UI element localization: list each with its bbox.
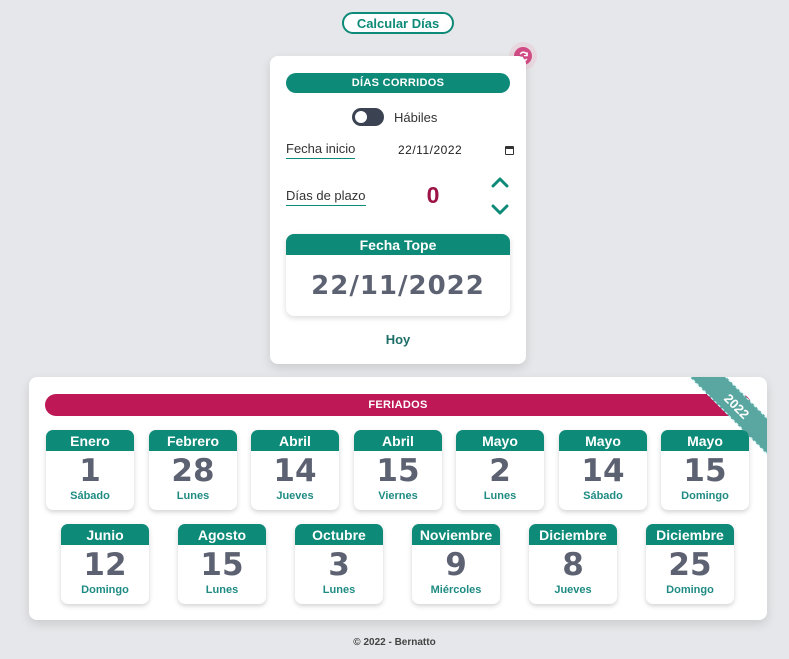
dias-plazo-value: 0 [426, 182, 440, 208]
holiday-month: Noviembre [412, 524, 500, 545]
holiday-day: 15 [376, 453, 420, 489]
chevron-up-icon[interactable] [490, 174, 510, 190]
holiday-weekday: Domingo [666, 584, 714, 596]
holiday-month: Abril [251, 430, 339, 451]
holiday-day: 14 [581, 453, 625, 489]
holiday-day: 12 [83, 547, 127, 583]
holiday-day: 15 [683, 453, 727, 489]
holiday-month: Junio [61, 524, 149, 545]
holiday-weekday: Lunes [176, 490, 210, 502]
holiday-month: Mayo [559, 430, 647, 451]
holiday-day: 15 [200, 547, 244, 583]
holiday-card: Mayo 14 Sábado [559, 430, 647, 510]
holiday-card: Abril 14 Jueves [251, 430, 339, 510]
holiday-card: Noviembre 9 Miércoles [412, 524, 500, 604]
holiday-day: 2 [489, 453, 511, 489]
calcular-dias-button[interactable]: Calcular Días [342, 12, 454, 34]
holiday-weekday: Viernes [378, 490, 418, 502]
holiday-month: Agosto [178, 524, 266, 545]
calculator-title: DÍAS CORRIDOS [286, 73, 510, 93]
holiday-day: 8 [562, 547, 584, 583]
holiday-card: Febrero 28 Lunes [149, 430, 237, 510]
holiday-card: Enero 1 Sábado [46, 430, 134, 510]
holiday-day: 28 [171, 453, 215, 489]
footer-copyright: © 2022 - Bernatto [353, 637, 436, 648]
feriados-panel: FERIADOS 2022 Enero 1 Sábado Febrero 28 … [29, 377, 767, 620]
holiday-month: Octubre [295, 524, 383, 545]
calculator-card: DÍAS CORRIDOS Hábiles Fecha inicio 22/11… [270, 56, 526, 364]
holiday-weekday: Lunes [322, 584, 356, 596]
fecha-inicio-input[interactable]: 22/11/2022 [398, 142, 514, 158]
holiday-card: Junio 12 Domingo [61, 524, 149, 604]
feriados-title: FERIADOS [45, 394, 751, 416]
fecha-inicio-value: 22/11/2022 [398, 143, 463, 157]
holiday-card: Diciembre 25 Domingo [646, 524, 734, 604]
holiday-weekday: Jueves [276, 490, 314, 502]
holiday-month: Mayo [661, 430, 749, 451]
holiday-card: Octubre 3 Lunes [295, 524, 383, 604]
holiday-day: 1 [79, 453, 101, 489]
fecha-tope-title: Fecha Tope [286, 234, 510, 255]
fecha-tope-card: Fecha Tope 22/11/2022 [286, 234, 510, 316]
holiday-card: Diciembre 8 Jueves [529, 524, 617, 604]
holiday-day: 3 [328, 547, 350, 583]
holiday-weekday: Domingo [681, 490, 729, 502]
habiles-label: Hábiles [394, 109, 438, 125]
habiles-toggle-row: Hábiles [352, 108, 437, 126]
holiday-weekday: Lunes [483, 490, 517, 502]
chevron-down-icon[interactable] [490, 202, 510, 218]
holiday-weekday: Domingo [81, 584, 129, 596]
holiday-month: Diciembre [529, 524, 617, 545]
dias-plazo-label: Días de plazo [286, 188, 366, 206]
holiday-month: Mayo [456, 430, 544, 451]
holiday-weekday: Miércoles [430, 584, 482, 596]
holiday-weekday: Jueves [554, 584, 592, 596]
holiday-card: Mayo 2 Lunes [456, 430, 544, 510]
holiday-month: Febrero [149, 430, 237, 451]
holiday-card: Mayo 15 Domingo [661, 430, 749, 510]
holiday-day: 25 [668, 547, 712, 583]
holiday-card: Agosto 15 Lunes [178, 524, 266, 604]
toggle-knob [355, 111, 367, 123]
holiday-weekday: Lunes [205, 584, 239, 596]
holiday-day: 9 [445, 547, 467, 583]
holiday-month: Enero [46, 430, 134, 451]
fecha-tope-value: 22/11/2022 [311, 271, 485, 301]
holiday-card: Abril 15 Viernes [354, 430, 442, 510]
hoy-link[interactable]: Hoy [270, 332, 526, 347]
holiday-month: Abril [354, 430, 442, 451]
fecha-inicio-label: Fecha inicio [286, 141, 356, 159]
habiles-toggle[interactable] [352, 108, 384, 126]
holiday-day: 14 [273, 453, 317, 489]
holiday-month: Diciembre [646, 524, 734, 545]
holiday-weekday: Sábado [583, 490, 623, 502]
calendar-icon[interactable] [505, 145, 514, 155]
holiday-weekday: Sábado [70, 490, 110, 502]
